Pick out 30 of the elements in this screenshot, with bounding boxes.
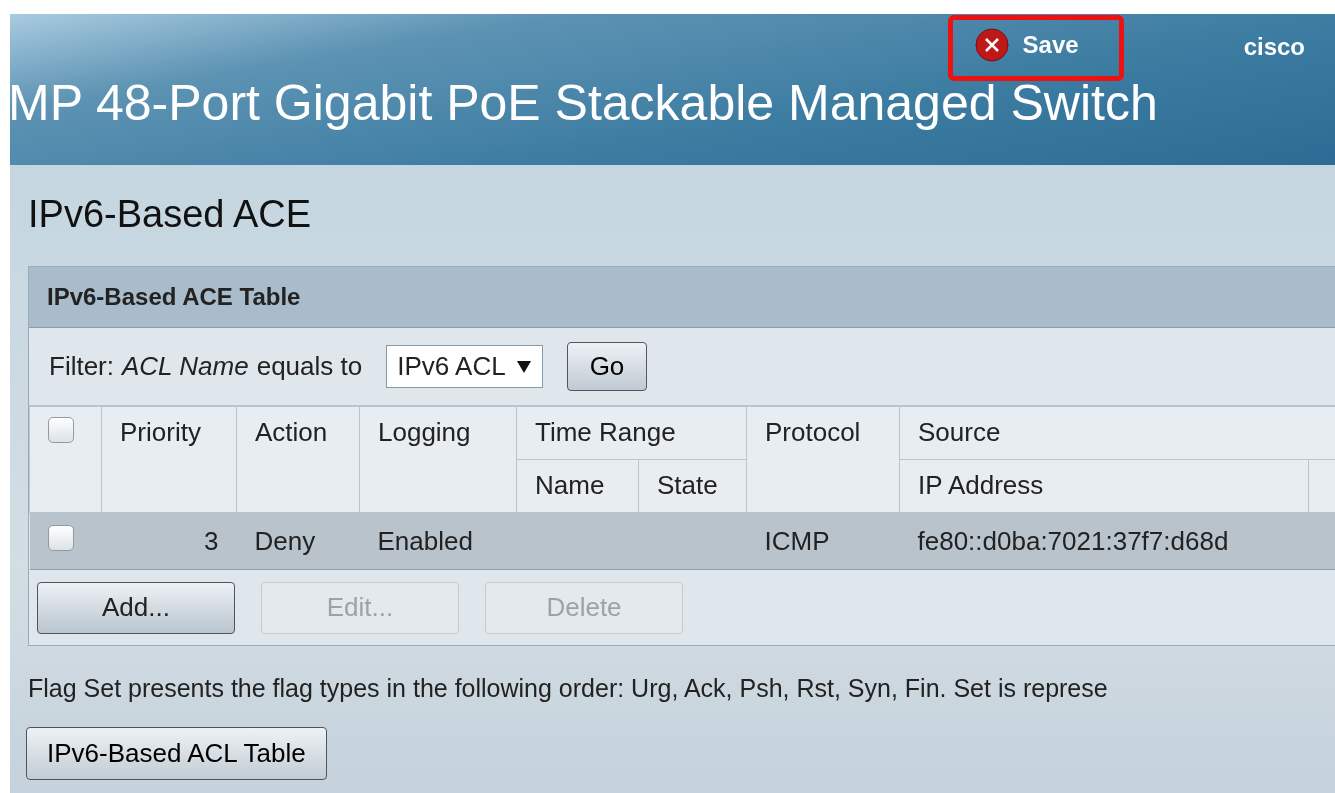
table-cell: 3 — [101, 512, 237, 570]
flag-note: Flag Set presents the flag types in the following order: Urg, Ack, Psh, Rst, Syn, Fin. Set is represe — [27, 674, 1109, 703]
acl-table-button[interactable]: IPv6-Based ACL Table — [26, 727, 327, 780]
table-cell: ICMP — [746, 512, 900, 570]
close-icon — [974, 28, 1009, 62]
column-header: Source — [899, 406, 1335, 460]
column-header: Action — [236, 406, 360, 513]
save-button[interactable]: Save — [947, 15, 1124, 81]
table-cell: Deny — [236, 512, 360, 570]
filter-field: ACL Name — [122, 351, 249, 382]
table-cell: Enabled — [359, 512, 517, 570]
column-header: Name — [516, 459, 639, 513]
column-header: Logging — [359, 406, 517, 513]
filter-label: Filter: — [49, 351, 114, 382]
go-button[interactable]: Go — [566, 342, 648, 391]
brand-logo: cisco — [1243, 33, 1305, 61]
acl-dropdown[interactable]: IPv6 ACL — [386, 345, 543, 388]
page-title: IPv6-Based ACE — [28, 193, 313, 236]
caret-icon — [515, 359, 532, 374]
table-cell: fe80::d0ba:7021:37f7:d68d — [899, 512, 1309, 570]
checkbox[interactable] — [47, 524, 74, 551]
filter-operator: equals to — [256, 351, 363, 382]
column-header: Priority — [101, 406, 237, 513]
column-header: IP Address — [899, 459, 1309, 513]
panel-title: IPv6-Based ACE Table — [29, 267, 1335, 327]
column-header: State — [638, 459, 747, 513]
column-header: Time Range — [516, 406, 747, 460]
checkbox[interactable] — [48, 417, 74, 443]
column-header: Protocol — [746, 406, 900, 513]
action-button[interactable]: Add... — [37, 581, 235, 634]
